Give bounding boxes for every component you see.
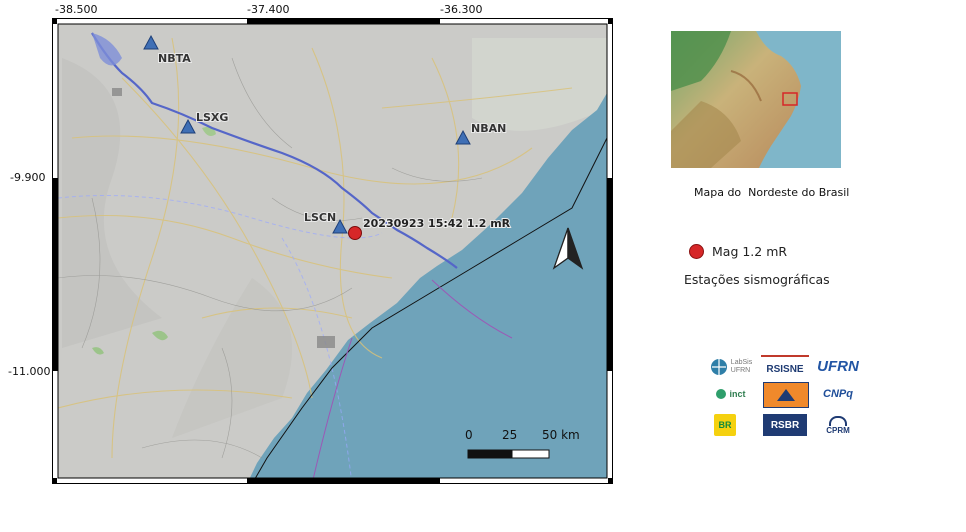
rsisne-text: RSISNE	[766, 363, 804, 375]
labsis-globe-icon	[710, 359, 727, 375]
inset-map-canvas	[671, 31, 841, 168]
station-label: NBAN	[471, 122, 506, 135]
map-canvas[interactable]: NBTA LSXG NBAN LSCN 20230923 15:42 1.2 m…	[52, 18, 613, 484]
labsis-line1: LabSis	[730, 359, 753, 366]
logo-panel: LabSis UFRN RSISNE UFRN inct CNPq BR RSB…	[706, 350, 866, 442]
petrobras-br-text: BR	[718, 420, 732, 430]
logo-defesa-civil	[763, 382, 809, 408]
logo-petrobras: BR	[714, 414, 736, 436]
rsbr-text: RSBR	[770, 419, 800, 431]
cnpq-text: CNPq	[823, 388, 853, 400]
scale-label-0: 0	[465, 428, 473, 442]
logo-inct: inct	[708, 384, 754, 404]
station-label: LSCN	[304, 211, 336, 224]
defesa-civil-icon	[777, 389, 795, 401]
station-label: LSXG	[196, 111, 228, 124]
station-label: NBTA	[158, 52, 191, 65]
seismic-map[interactable]: NBTA LSXG NBAN LSCN 20230923 15:42 1.2 m…	[52, 18, 613, 484]
legend-event-label: Mag 1.2 mR	[712, 244, 788, 259]
scale-label-25: 25	[502, 428, 517, 442]
lat-tick-2: -11.000	[8, 365, 51, 378]
logo-labsis: LabSis UFRN	[706, 353, 756, 381]
labsis-line2: UFRN	[730, 367, 751, 374]
cprm-text: CPRM	[826, 425, 850, 435]
logo-rsisne: RSISNE	[761, 355, 809, 381]
event-marker-icon	[689, 244, 704, 259]
legend-stations-label: Estações sismográficas	[684, 272, 830, 287]
ufrn-text: UFRN	[817, 357, 859, 375]
lon-tick-1: -38.500	[55, 3, 98, 16]
inset-map[interactable]	[671, 31, 841, 168]
inct-icon	[716, 389, 727, 399]
event-marker-icon	[348, 226, 362, 240]
lon-tick-3: -36.300	[440, 3, 483, 16]
event-label: 20230923 15:42 1.2 mR	[363, 217, 511, 230]
logo-ufrn: UFRN	[814, 355, 862, 377]
inset-caption: Mapa do Nordeste do Brasil	[694, 186, 850, 199]
logo-rsbr: RSBR	[763, 414, 807, 436]
cprm-icon	[829, 415, 847, 426]
logo-cnpq: CNPq	[814, 384, 862, 404]
inct-text: inct	[729, 389, 746, 399]
logo-cprm: CPRM	[818, 414, 858, 436]
legend-event: Mag 1.2 mR	[689, 244, 787, 259]
scale-label-50: 50 km	[542, 428, 580, 442]
lon-tick-2: -37.400	[247, 3, 290, 16]
lat-tick-1: -9.900	[10, 171, 46, 184]
